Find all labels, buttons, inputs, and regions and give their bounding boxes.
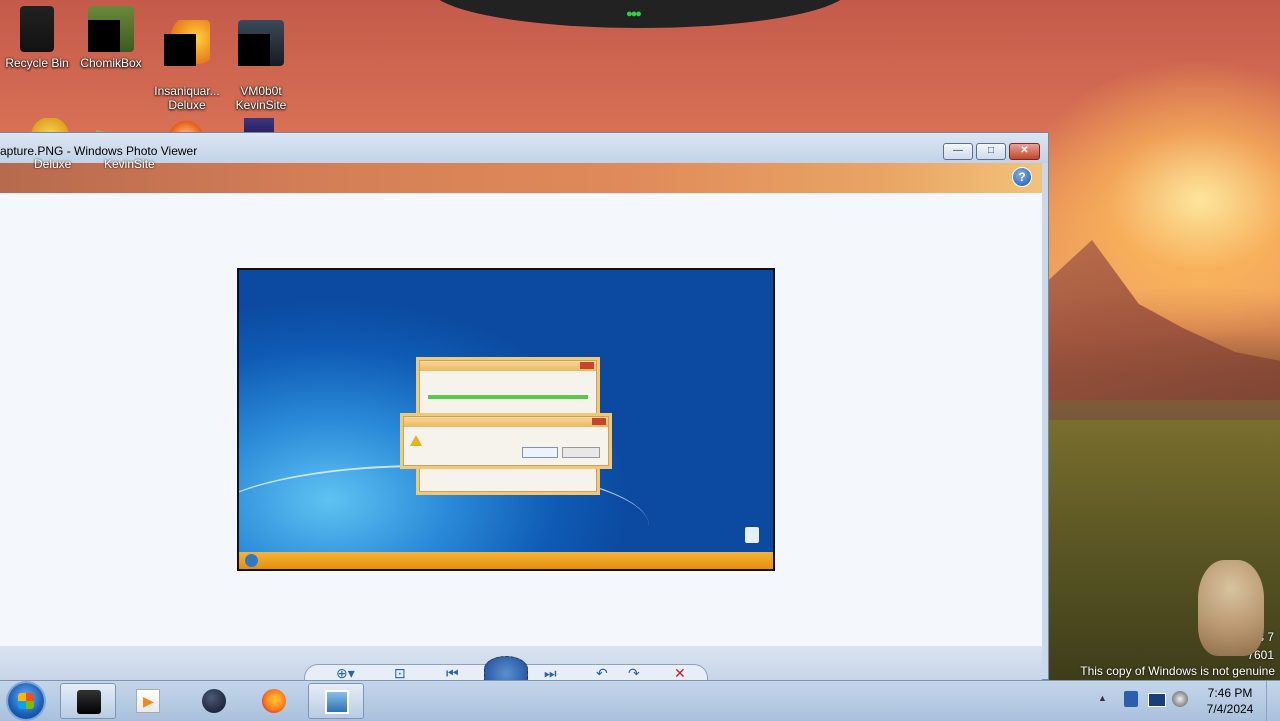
taskbar: ▶ ▲ 7:46 PM 7/4/2024 xyxy=(0,680,1280,721)
taskbar-app-orb[interactable] xyxy=(186,683,242,719)
media-player-icon: ▶ xyxy=(136,689,160,713)
image-view-area[interactable] xyxy=(0,193,1042,646)
next-button[interactable]: ⏭ xyxy=(544,666,557,680)
clock-time: 7:46 PM xyxy=(1207,686,1253,700)
preview-warning-dialog xyxy=(403,416,609,466)
desktop-icon-insaniquarium[interactable]: Insaniquar... Deluxe xyxy=(150,0,224,126)
menu-bar: Deluxe KevinSite ? xyxy=(0,157,1042,193)
maximize-button[interactable]: □ xyxy=(976,143,1006,160)
vm-monitor-icon xyxy=(238,20,284,66)
windows-logo-icon xyxy=(18,693,34,709)
zoom-button[interactable]: ⊕▾ xyxy=(336,666,355,680)
dark-orb-icon xyxy=(202,689,226,713)
desktop-icon-vm0b0t[interactable]: VM0b0t KevinSite xyxy=(224,0,298,126)
warning-icon xyxy=(410,435,422,446)
taskbar-app-photo-viewer[interactable] xyxy=(308,683,364,719)
window-title: apture.PNG - Windows Photo Viewer xyxy=(0,144,198,158)
displayed-screenshot xyxy=(237,268,775,571)
photo-viewer-icon xyxy=(325,690,349,714)
network-icon[interactable] xyxy=(1148,693,1166,707)
volume-icon[interactable] xyxy=(1172,691,1188,707)
minimize-button[interactable]: — xyxy=(943,143,973,160)
taskbar-app-firefox[interactable] xyxy=(246,683,302,719)
viewer-toolbar: ⊕▾ ⊡ ⏮ ⏭ ↶ ↷ ✕ xyxy=(0,646,1042,682)
tray-app-icon[interactable] xyxy=(1124,691,1138,707)
desktop-icon-label: ChomikBox xyxy=(80,56,142,70)
preview-taskbar xyxy=(239,552,773,569)
chomikbox-icon xyxy=(88,6,134,52)
top-gadget: ●●● xyxy=(430,0,850,28)
desktop-icon-recycle-bin[interactable]: Recycle Bin xyxy=(0,0,74,70)
taskbar-app-media-player[interactable]: ▶ xyxy=(120,683,176,719)
insaniquarium-icon xyxy=(164,20,210,66)
delete-button[interactable]: ✕ xyxy=(674,666,686,680)
photo-viewer-window: apture.PNG - Windows Photo Viewer — □ ✕ … xyxy=(0,132,1049,682)
black-box-icon xyxy=(77,690,101,714)
hamster-gadget[interactable] xyxy=(1198,560,1264,656)
close-button[interactable]: ✕ xyxy=(1009,143,1040,160)
help-icon[interactable]: ? xyxy=(1012,167,1032,187)
ghost-label: Deluxe xyxy=(34,157,72,171)
ghost-label: KevinSite xyxy=(104,157,155,171)
slideshow-button[interactable] xyxy=(484,656,528,682)
firefox-icon xyxy=(262,689,286,713)
rotate-cw-button[interactable]: ↷ xyxy=(628,666,640,680)
desktop-icon-label: Insaniquar... Deluxe xyxy=(154,84,220,112)
desktop-icon-label: VM0b0t KevinSite xyxy=(235,84,287,112)
actual-size-button[interactable]: ⊡ xyxy=(394,666,406,680)
previous-button[interactable]: ⏮ xyxy=(446,666,459,680)
taskbar-clock[interactable]: 7:46 PM 7/4/2024 xyxy=(1200,685,1260,717)
preview-recycle-bin-icon xyxy=(745,527,759,543)
desktop-icon-chomikbox[interactable]: ChomikBox xyxy=(74,0,148,70)
desktop-icon-label: Recycle Bin xyxy=(5,56,69,70)
clock-date: 7/4/2024 xyxy=(1206,702,1254,716)
window-titlebar[interactable]: apture.PNG - Windows Photo Viewer — □ ✕ xyxy=(0,133,1048,163)
mountain-scenery xyxy=(1040,240,1280,400)
rotate-ccw-button[interactable]: ↶ xyxy=(596,666,608,680)
start-button[interactable] xyxy=(8,683,44,719)
show-desktop-button[interactable] xyxy=(1266,681,1280,721)
watermark-genuine: This copy of Windows is not genuine xyxy=(1080,664,1275,678)
taskbar-app-black-box[interactable] xyxy=(60,683,116,719)
show-hidden-icons-button[interactable]: ▲ xyxy=(1098,693,1107,703)
recycle-bin-icon xyxy=(20,6,54,52)
